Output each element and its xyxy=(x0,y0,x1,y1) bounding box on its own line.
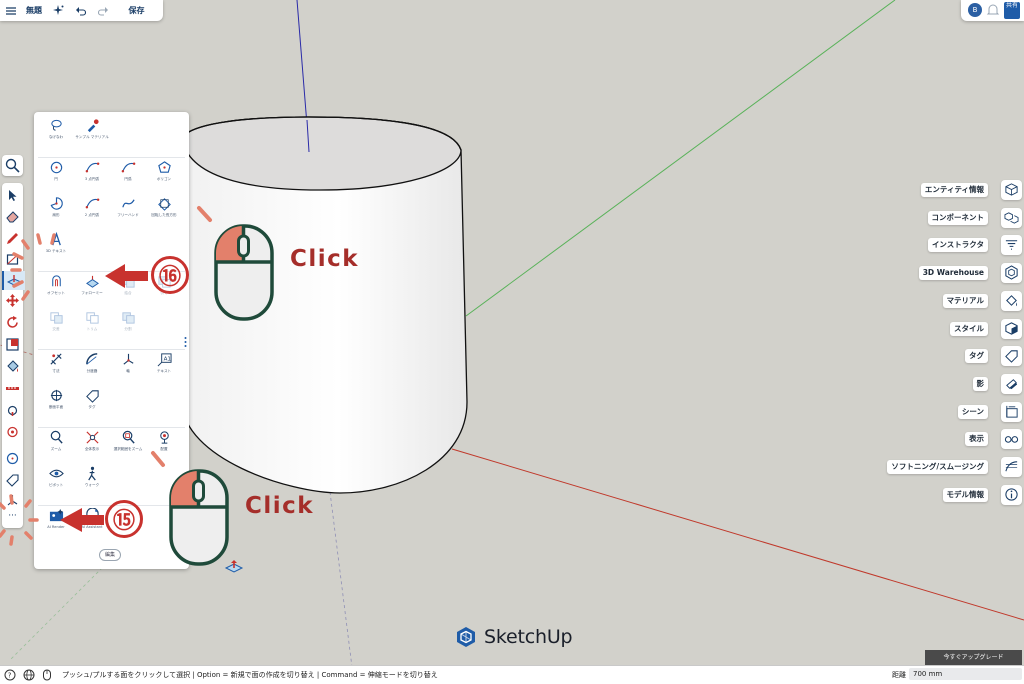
step-badge-16: ⑯ xyxy=(151,256,189,294)
burst-16 xyxy=(10,233,56,301)
burst-15 xyxy=(0,494,39,546)
click-label-16: Click xyxy=(290,246,360,272)
mouse-icon-16 xyxy=(197,206,274,321)
mouse-icon-15 xyxy=(151,451,229,566)
arrow-15 xyxy=(60,508,104,532)
annotation-overlay xyxy=(0,206,274,566)
step-badge-15: ⑮ xyxy=(105,500,143,538)
click-label-15: Click xyxy=(245,493,315,519)
arrow-16 xyxy=(105,264,148,288)
